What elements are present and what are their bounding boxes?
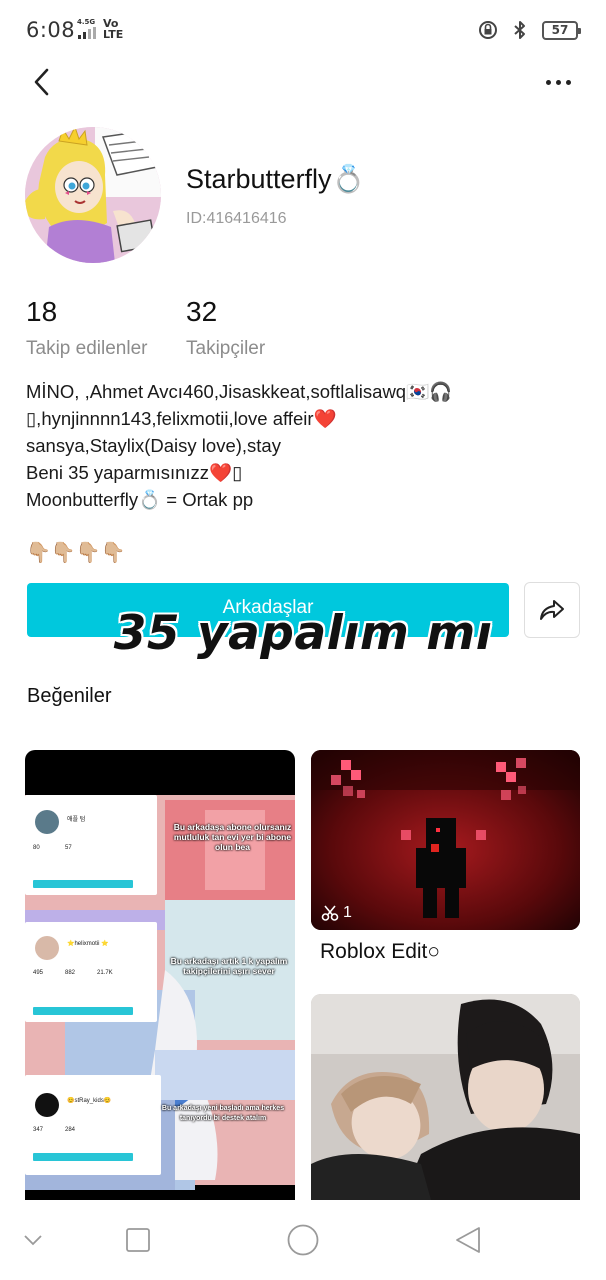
battery-icon: 57	[542, 20, 581, 40]
bio-line: Beni 35 yaparmısınızz❤️▯	[26, 462, 243, 483]
more-horizontal-icon	[545, 79, 551, 85]
liked-video-card[interactable]	[311, 994, 580, 1200]
volte-icon: Vo LTE	[103, 17, 124, 41]
clip-count: 1	[343, 904, 352, 921]
thumb-caption: Bu arkadaşa abone olursanız mutluluk tan…	[173, 822, 292, 852]
mini-profile-screenshot: ⭐helixmotii ⭐ 495 882 21.7K	[25, 922, 157, 1022]
mini-stat: 21.7K	[97, 970, 113, 976]
status-time: 6:08	[26, 18, 76, 42]
signal-icon: 4.5G	[77, 18, 99, 39]
mini-stat: 882	[65, 970, 76, 976]
likes-title: Beğeniler	[27, 685, 112, 707]
mini-profile-screenshot: 😊stRay_kids😊 347 284	[25, 1075, 161, 1175]
avatar	[35, 810, 59, 834]
mini-name: 😊stRay_kids😊	[67, 1098, 112, 1104]
liked-video-card[interactable]: 1	[311, 750, 580, 930]
mini-stat: 495	[33, 970, 44, 976]
chevron-down-icon	[24, 1235, 42, 1246]
followers-stat[interactable]: 32 Takipçiler	[186, 296, 265, 360]
clip-count-badge: 1	[321, 904, 352, 922]
video-caption[interactable]: Roblox Edit○	[320, 940, 440, 964]
followers-count: 32	[186, 296, 218, 327]
avatar	[35, 936, 59, 960]
followers-label: Takipçiler	[186, 338, 266, 359]
mini-stat: 347	[33, 1127, 44, 1133]
mini-stat: 284	[65, 1127, 76, 1133]
back-button[interactable]	[22, 62, 62, 102]
liked-video-card[interactable]: 애플 텀 80 57 ⭐helixmotii ⭐ 495 882 21.7K 😊…	[25, 750, 295, 1200]
mini-stat: 80	[33, 845, 40, 851]
home-button[interactable]	[283, 1222, 323, 1258]
system-navigation-bar	[0, 1200, 606, 1280]
mini-button	[33, 880, 133, 888]
scissors-icon	[321, 905, 339, 921]
battery-level: 57	[551, 23, 569, 37]
bluetooth-icon	[510, 20, 530, 40]
recent-apps-icon	[126, 1228, 150, 1252]
hide-nav-button[interactable]	[13, 1222, 53, 1258]
following-count: 18	[26, 296, 58, 327]
recent-apps-button[interactable]	[118, 1222, 158, 1258]
alarm-lock-icon	[478, 20, 498, 40]
network-type: 4.5G	[77, 18, 96, 26]
username: Starbutterfly💍	[186, 164, 366, 194]
thumb-caption: Bu arkadaşı yeni başladı ama herkes tanı…	[161, 1105, 285, 1122]
back-triangle-icon	[456, 1227, 480, 1253]
chevron-left-icon	[34, 68, 49, 96]
pointing-down-emojis: 👇🏼👇🏼👇🏼👇🏼	[26, 540, 126, 564]
bio-line: Moonbutterfly💍 = Ortak pp	[26, 489, 254, 510]
bio-line: sansya,Staylix(Daisy love),stay	[26, 435, 281, 456]
avatar[interactable]	[25, 127, 161, 263]
video-overlay-caption: 35 yapalım mı	[113, 606, 493, 661]
mini-button	[33, 1153, 133, 1161]
bio-line: ▯,hynjinnnn143,felixmotii,love affeir❤️	[26, 408, 337, 429]
more-options-button[interactable]	[536, 62, 580, 102]
home-icon	[287, 1224, 319, 1256]
following-label: Takip edilenler	[26, 338, 148, 359]
following-stat[interactable]: 18 Takip edilenler	[26, 296, 147, 360]
status-bar: 6:08 4.5G Vo LTE 57	[0, 0, 606, 60]
bio-line: MİNO, ,Ahmet Avcı460,Jisaskkeat,softlali…	[26, 381, 453, 402]
thumb-caption: Bu arkadaşı artık 1 k yapalım takipçiler…	[170, 956, 288, 976]
mini-name: 애플 텀	[67, 817, 86, 823]
user-id: ID:416416416	[186, 210, 287, 227]
avatar	[35, 1093, 59, 1117]
mini-stat: 57	[65, 845, 72, 851]
bio: MİNO, ,Ahmet Avcı460,Jisaskkeat,softlali…	[26, 378, 586, 513]
mini-profile-screenshot: 애플 텀 80 57	[25, 795, 157, 895]
back-nav-button[interactable]	[448, 1222, 488, 1258]
mini-button	[33, 1007, 133, 1015]
mini-name: ⭐helixmotii ⭐	[67, 941, 109, 947]
